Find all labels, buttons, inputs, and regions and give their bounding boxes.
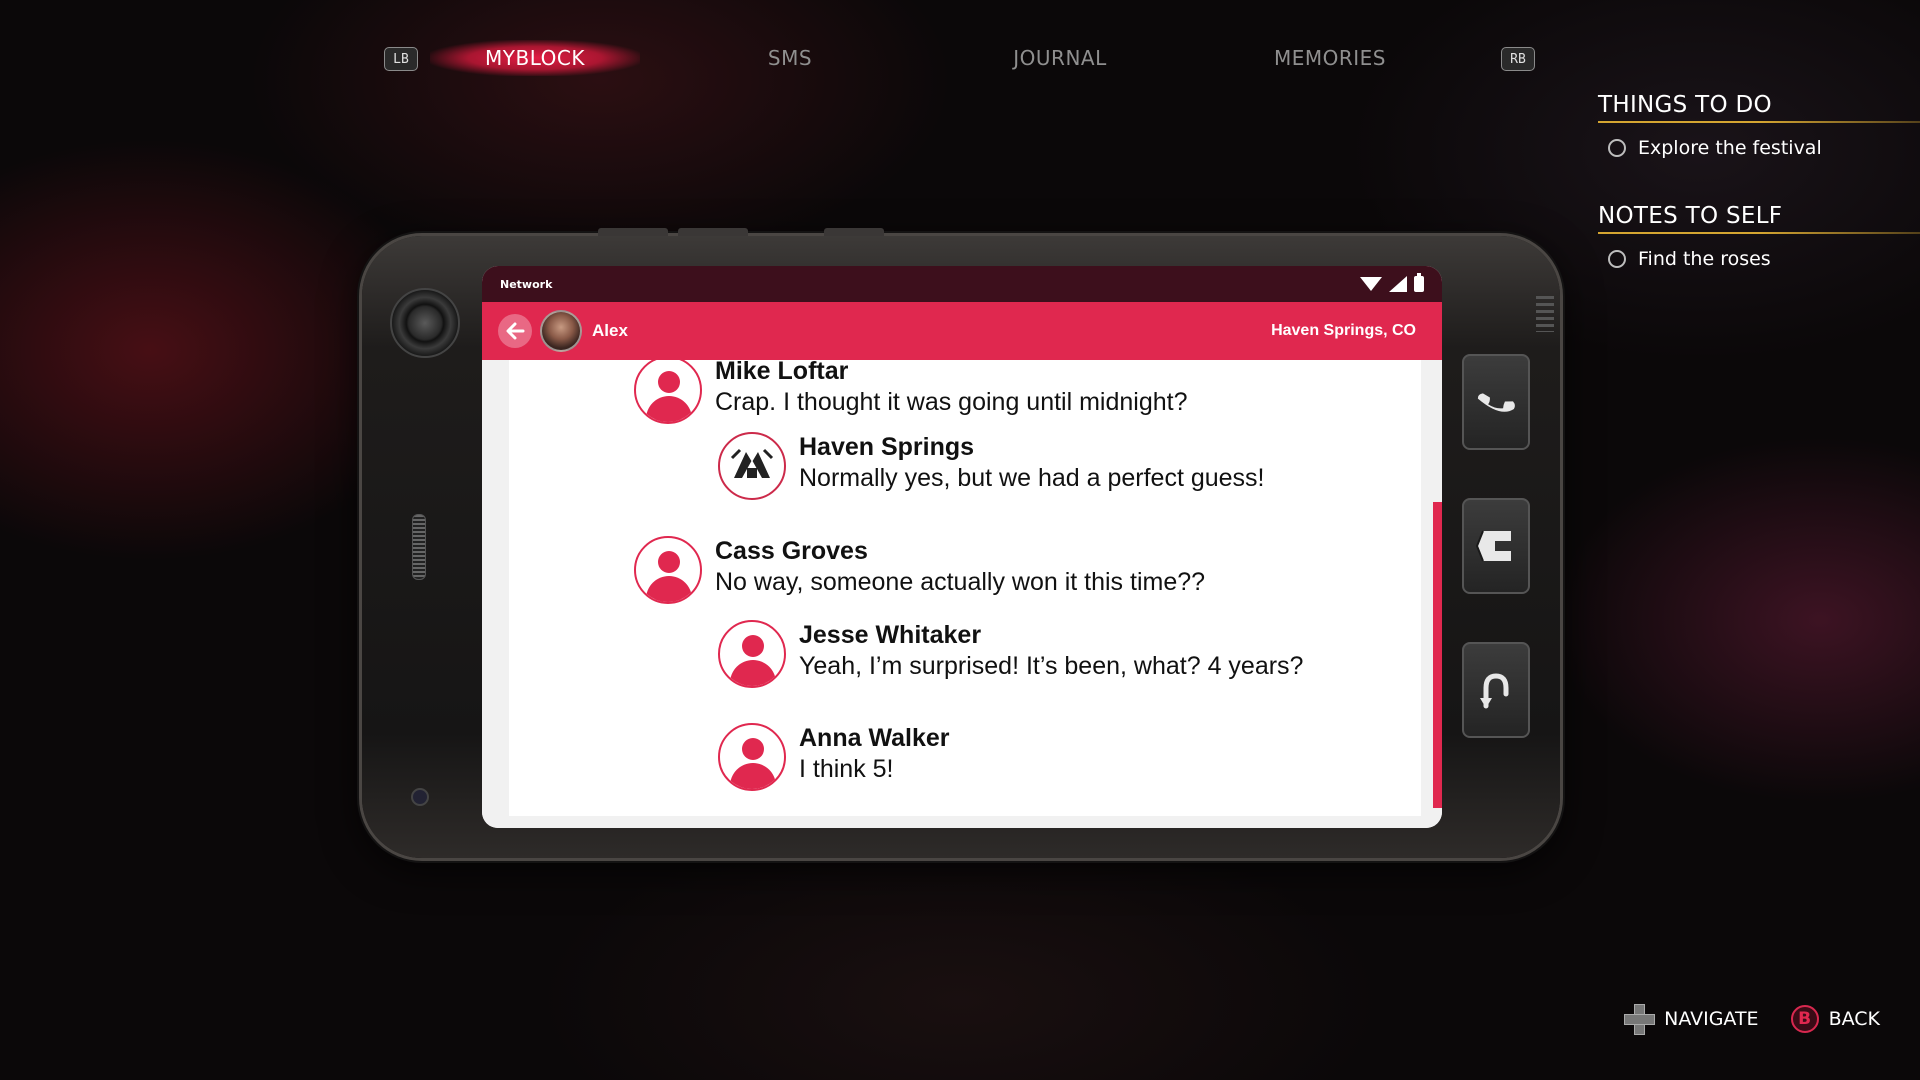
side-grille [1536,296,1554,332]
back-prompt[interactable]: BACK [1829,1008,1880,1030]
task-circle-icon [1608,139,1626,157]
message-sender: Jesse Whitaker [799,621,982,649]
camera-lens-icon [390,288,460,358]
network-label: Network [500,277,553,291]
message-text: Yeah, I’m surprised! It’s been, what? 4 … [799,652,1304,680]
note-circle-icon [1608,250,1626,268]
objectives-panel: THINGS TO DO Explore the festival NOTES … [1598,92,1920,270]
button-prompts: NAVIGATE B BACK [1624,1004,1880,1035]
top-navigation: LB MYBLOCK SMS JOURNAL MEMORIES RB [380,40,1540,76]
chat-header: Alex Haven Springs, CO [482,302,1442,360]
message-icon [1475,530,1511,562]
message-item: Haven Springs Normally yes, but we had a… [718,432,1265,500]
task-label: Explore the festival [1638,137,1822,159]
message-item: Jesse Whitaker Yeah, I’m surprised! It’s… [718,620,1303,688]
lb-bumper-button[interactable]: LB [384,47,418,71]
navigate-prompt[interactable]: NAVIGATE [1664,1008,1758,1030]
message-list: Mike Loftar Crap. I thought it was going… [509,360,1421,816]
message-text: Normally yes, but we had a perfect guess… [799,464,1265,492]
tab-memories[interactable]: MEMORIES [1245,40,1415,76]
phone-screen: Network Alex Haven Springs, CO Mike Loft… [482,266,1442,828]
speaker-grille [412,514,426,580]
chat-area[interactable]: Mike Loftar Crap. I thought it was going… [482,360,1442,828]
contact-avatar [540,310,582,352]
return-icon [1480,673,1509,709]
call-button[interactable] [1462,354,1530,450]
person-icon [634,360,702,424]
message-item: Cass Groves No way, someone actually won… [634,536,1205,604]
phone-top-button [678,228,748,236]
dpad-icon [1624,1004,1656,1035]
status-bar: Network [482,266,1442,302]
tab-journal[interactable]: JOURNAL [975,40,1145,76]
message-sender: Cass Groves [715,537,868,565]
signal-icon [1389,276,1407,292]
person-icon [634,536,702,604]
return-button[interactable] [1462,642,1530,738]
message-text: No way, someone actually won it this tim… [715,568,1206,596]
tab-myblock[interactable]: MYBLOCK [430,40,640,76]
wifi-icon [1360,277,1382,291]
location-label: Haven Springs, CO [1271,322,1416,339]
contact-name: Alex [592,321,628,340]
rb-bumper-button[interactable]: RB [1501,47,1535,71]
note-item: Find the roses [1608,248,1920,270]
message-button[interactable] [1462,498,1530,594]
notes-to-self-title: NOTES TO SELF [1598,203,1920,234]
message-item: Mike Loftar Crap. I thought it was going… [634,360,1188,424]
message-sender: Anna Walker [799,724,950,752]
note-label: Find the roses [1638,248,1771,270]
message-sender: Haven Springs [799,433,975,461]
b-button-icon: B [1790,1005,1819,1033]
phone-call-icon [1477,393,1515,412]
phone-device: Network Alex Haven Springs, CO Mike Loft… [362,228,1560,858]
battery-icon [1414,273,1424,292]
sensor-icon [411,788,429,806]
person-icon [718,620,786,688]
phone-top-button [824,228,884,236]
person-icon [718,723,786,791]
message-sender: Mike Loftar [715,360,849,385]
tab-sms[interactable]: SMS [705,40,875,76]
phone-top-button [598,228,668,236]
chat-scrollbar[interactable] [1433,502,1442,808]
back-arrow-button[interactable] [498,314,532,348]
message-text: I think 5! [799,755,894,783]
message-item: Anna Walker I think 5! [718,723,950,791]
haven-springs-logo-icon [718,432,786,500]
things-to-do-title: THINGS TO DO [1598,92,1920,123]
message-text: Crap. I thought it was going until midni… [715,388,1188,416]
back-arrow-icon [506,322,525,340]
task-item: Explore the festival [1608,137,1920,159]
